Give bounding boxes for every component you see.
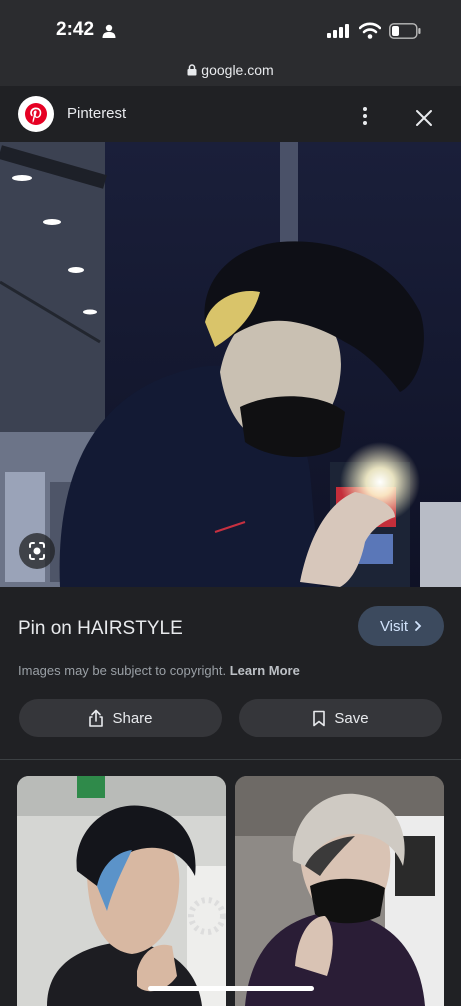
related-photo-2 [235, 776, 444, 1006]
cellular-signal-icon [327, 24, 349, 38]
lens-icon [29, 542, 45, 560]
pinterest-logo[interactable] [18, 96, 54, 132]
source-name: Pinterest [67, 105, 127, 122]
share-button[interactable]: Share [19, 699, 222, 737]
visit-label: Visit [379, 617, 409, 635]
visit-button[interactable]: Visit [358, 606, 444, 646]
person-icon [102, 24, 116, 38]
learn-more-link[interactable]: Learn More [230, 663, 300, 678]
copyright-notice: Images may be subject to copyright. Lear… [18, 663, 300, 678]
status-time: 2:42 [56, 19, 95, 40]
divider [0, 759, 461, 760]
share-icon [89, 709, 104, 727]
wifi-icon [359, 22, 381, 39]
source-header: Pinterest [0, 86, 461, 142]
status-bar: 2:42 [0, 0, 461, 56]
url-text: google.com [201, 62, 274, 78]
save-label: Save [334, 709, 369, 727]
google-lens-button[interactable] [19, 533, 55, 569]
pin-title: Pin on HAIRSTYLE [18, 618, 183, 639]
related-photo-1 [17, 776, 226, 1006]
main-pin-image[interactable] [0, 142, 461, 587]
chevron-right-icon [415, 621, 422, 631]
related-image-1[interactable] [17, 776, 226, 1006]
lock-icon [187, 64, 197, 76]
close-icon[interactable] [414, 108, 434, 128]
more-options-icon[interactable] [356, 105, 374, 127]
copyright-text: Images may be subject to copyright. [18, 663, 227, 678]
bookmark-icon [313, 710, 326, 726]
url-bar[interactable]: google.com [0, 56, 461, 86]
home-indicator[interactable] [148, 986, 314, 991]
pin-photo [0, 142, 461, 587]
save-button[interactable]: Save [239, 699, 442, 737]
related-image-2[interactable] [235, 776, 444, 1006]
share-label: Share [112, 709, 153, 727]
pinterest-icon [25, 103, 47, 125]
battery-icon [389, 23, 421, 39]
